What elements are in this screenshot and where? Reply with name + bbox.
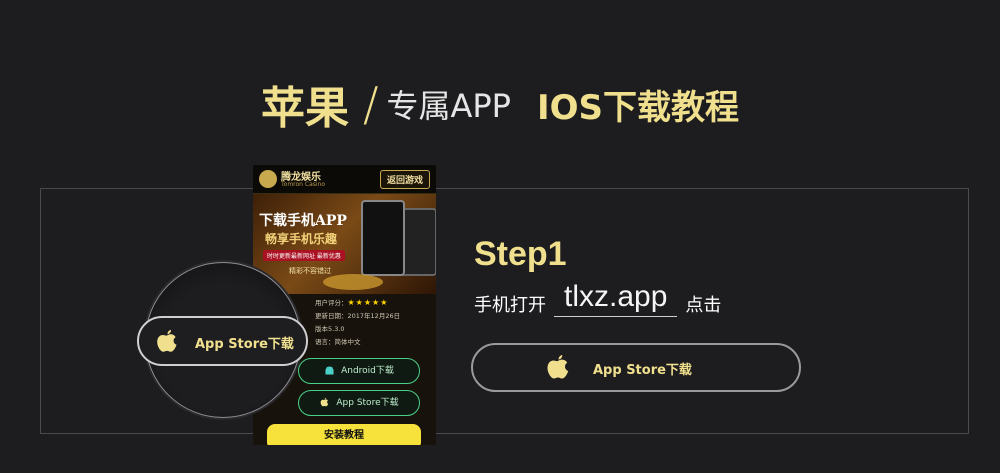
step-prefix: 手机打开 [474,295,546,316]
step-suffix: 点击 [685,295,722,316]
heading-slash: / [362,77,379,131]
heading-tutorial: IOS下载教程 [536,87,740,128]
zoomed-app-store-button[interactable]: App Store下载 [137,316,308,366]
banner-line2: 畅享手机乐趣 [265,232,338,246]
back-to-game-button[interactable]: 返回游戏 [379,170,430,189]
step-instruction: 手机打开 tlxz.app 点击 [474,278,721,317]
app-version: 版本5.3.0 [315,325,345,333]
phone-brand-en: Tomron Casino [281,181,326,188]
android-icon [325,366,334,375]
rating-stars: ★★★★★ [347,298,389,307]
banner-line1: 下载手机APP [259,213,347,229]
ios-download-button[interactable]: App Store下载 [298,390,420,416]
apple-icon [321,397,329,407]
app-info: 用户评分：★★★★★ 更新日期：2017年12月26日 版本5.3.0 语言：简… [315,296,400,349]
zoomed-app-store-label: App Store下载 [195,337,294,352]
step-title: Step1 [474,235,567,273]
rating-row: 用户评分：★★★★★ [315,296,400,310]
ios-download-label: App Store下载 [336,398,399,408]
heading-subtitle: 专属APP [386,87,511,125]
android-download-label: Android下载 [341,366,394,376]
step-url: tlxz.app [554,278,678,317]
phone-banner: 下载手机APP 畅享手机乐趣 时时更新最新网址 最新优惠 精彩不容错过 [253,194,436,294]
casino-logo-icon [259,170,277,188]
rating-label: 用户评分： [315,299,348,307]
app-store-download-button[interactable]: App Store下载 [471,343,801,392]
heading-brand: 苹果 [260,83,349,134]
apple-icon [547,355,569,379]
phone-header: 腾龙娱乐 Tomron Casino 返回游戏 [253,165,436,194]
install-tutorial-button[interactable]: 安装教程 [267,424,421,445]
app-language: 语言：简体中文 [315,338,361,346]
apple-icon [157,329,177,352]
page-heading: 苹果 / 专属APP IOS下载教程 [0,72,1000,136]
banner-coins-image [323,274,383,290]
update-date: 更新日期：2017年12月26日 [315,312,401,320]
android-download-button[interactable]: Android下载 [298,358,420,384]
banner-tag: 时时更新最新网址 最新优惠 [263,250,345,261]
app-store-download-label: App Store下载 [593,363,692,378]
banner-phone-image [361,200,405,276]
banner-caption: 精彩不容错过 [289,267,331,275]
